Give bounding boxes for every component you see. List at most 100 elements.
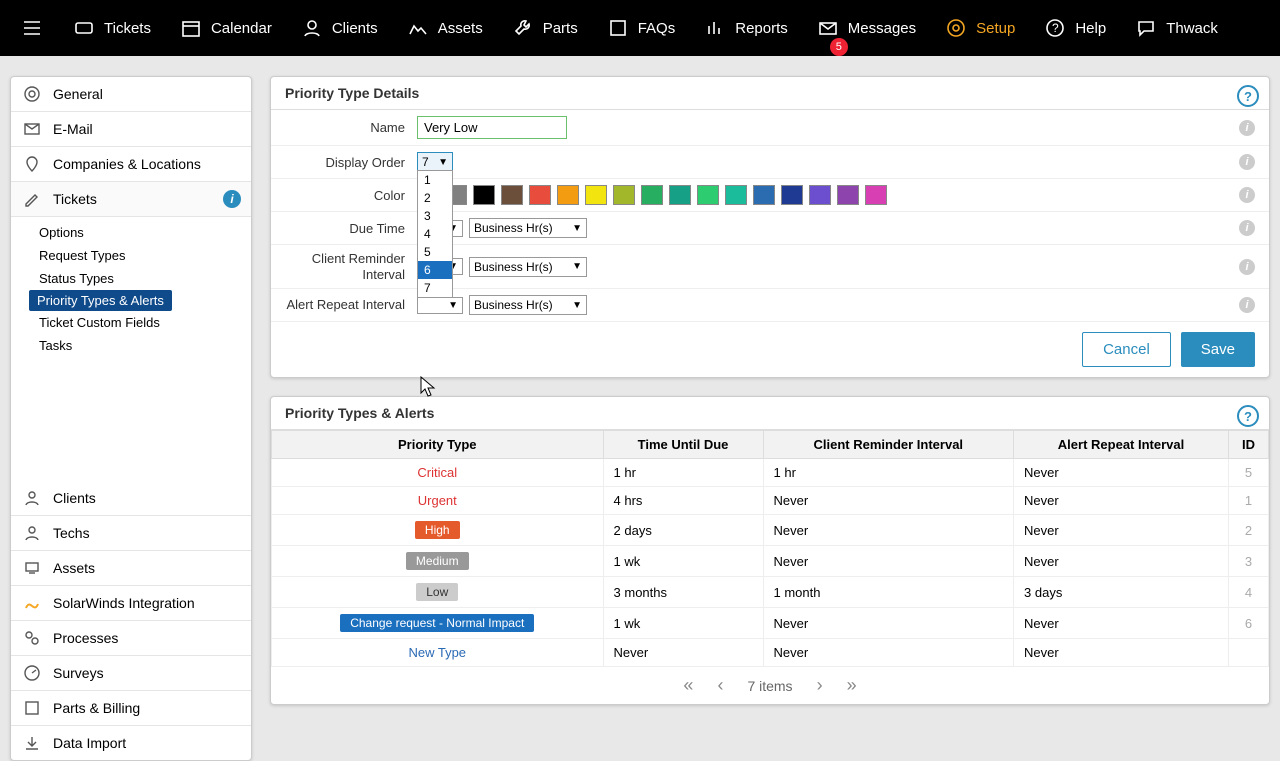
table-cell: 6 [1229, 608, 1269, 639]
sidebar-item-processes[interactable]: Processes [11, 621, 251, 656]
alert-repeat-value-select[interactable]: ▼ [417, 297, 463, 314]
color-swatch[interactable] [865, 185, 887, 205]
color-swatch[interactable] [613, 185, 635, 205]
col-priority-type[interactable]: Priority Type [272, 431, 604, 459]
sidebar-item-companies[interactable]: Companies & Locations [11, 147, 251, 182]
label-color: Color [285, 188, 405, 203]
pager-prev[interactable]: ‹ [717, 675, 723, 696]
nav-help[interactable]: ? Help [1031, 8, 1118, 48]
client-reminder-unit-select[interactable]: Business Hr(s)▼ [469, 257, 587, 277]
sub-item-priority-types[interactable]: Priority Types & Alerts [29, 290, 172, 311]
color-swatch[interactable] [669, 185, 691, 205]
form-footer: Cancel Save [271, 322, 1269, 377]
table-pager: « ‹ 7 items › » [271, 667, 1269, 704]
dropdown-option[interactable]: 3 [418, 207, 452, 225]
col-id[interactable]: ID [1229, 431, 1269, 459]
nav-label: Calendar [211, 20, 272, 37]
sidebar-item-clients[interactable]: Clients [11, 481, 251, 516]
sidebar-item-techs[interactable]: Techs [11, 516, 251, 551]
nav-clients[interactable]: Clients [288, 8, 390, 48]
nav-label: Reports [735, 20, 788, 37]
import-icon [21, 732, 43, 754]
sidebar-item-tickets[interactable]: Tickets i [11, 182, 251, 217]
nav-assets[interactable]: Assets [394, 8, 495, 48]
table-row[interactable]: High2 daysNeverNever2 [272, 515, 1269, 546]
info-icon[interactable]: i [1239, 259, 1255, 275]
pager-next[interactable]: › [817, 675, 823, 696]
cancel-button[interactable]: Cancel [1082, 332, 1171, 367]
nav-faqs[interactable]: FAQs [594, 8, 688, 48]
color-swatch[interactable] [809, 185, 831, 205]
col-client-reminder[interactable]: Client Reminder Interval [763, 431, 1014, 459]
table-row[interactable]: New TypeNeverNeverNever [272, 639, 1269, 667]
sidebar-item-surveys[interactable]: Surveys [11, 656, 251, 691]
color-swatch[interactable] [781, 185, 803, 205]
table-cell: Never [1014, 608, 1229, 639]
save-button[interactable]: Save [1181, 332, 1255, 367]
nav-setup[interactable]: Setup [932, 8, 1027, 48]
sub-item-custom-fields[interactable]: Ticket Custom Fields [29, 311, 251, 334]
color-swatch[interactable] [557, 185, 579, 205]
billing-icon [21, 697, 43, 719]
due-time-unit-select[interactable]: Business Hr(s)▼ [469, 218, 587, 238]
sidebar-item-data-import[interactable]: Data Import [11, 726, 251, 760]
color-swatch[interactable] [725, 185, 747, 205]
nav-messages[interactable]: Messages 5 [804, 8, 928, 48]
panel-title: Priority Types & Alerts ? [271, 397, 1269, 430]
pencil-icon [21, 188, 43, 210]
color-swatch[interactable] [837, 185, 859, 205]
nav-parts[interactable]: Parts [499, 8, 590, 48]
sub-item-status-types[interactable]: Status Types [29, 267, 251, 290]
table-cell [1229, 639, 1269, 667]
sidebar-item-general[interactable]: General [11, 77, 251, 112]
nav-thwack[interactable]: Thwack [1122, 8, 1230, 48]
info-icon[interactable]: i [1239, 187, 1255, 203]
display-order-select[interactable]: 7▼ [417, 152, 453, 172]
color-swatch[interactable] [473, 185, 495, 205]
info-icon[interactable]: i [1239, 120, 1255, 136]
table-cell: 2 days [603, 515, 763, 546]
pager-last[interactable]: » [847, 675, 857, 696]
col-time-until-due[interactable]: Time Until Due [603, 431, 763, 459]
dropdown-option[interactable]: 5 [418, 243, 452, 261]
dropdown-option[interactable]: 6 [418, 261, 452, 279]
pager-first[interactable]: « [683, 675, 693, 696]
dropdown-option[interactable]: 1 [418, 171, 452, 189]
table-row[interactable]: Low3 months1 month3 days4 [272, 577, 1269, 608]
table-row[interactable]: Change request - Normal Impact1 wkNeverN… [272, 608, 1269, 639]
sidebar-item-email[interactable]: E-Mail [11, 112, 251, 147]
info-icon[interactable]: i [1239, 154, 1255, 170]
dropdown-option[interactable]: 7 [418, 279, 452, 297]
color-swatch[interactable] [529, 185, 551, 205]
sidebar-item-parts-billing[interactable]: Parts & Billing [11, 691, 251, 726]
table-row[interactable]: Urgent4 hrsNeverNever1 [272, 487, 1269, 515]
sidebar-item-assets[interactable]: Assets [11, 551, 251, 586]
table-row[interactable]: Critical1 hr1 hrNever5 [272, 459, 1269, 487]
nav-tickets[interactable]: Tickets [60, 8, 163, 48]
color-swatch[interactable] [753, 185, 775, 205]
table-row[interactable]: Medium1 wkNeverNever3 [272, 546, 1269, 577]
color-swatch[interactable] [641, 185, 663, 205]
nav-reports[interactable]: Reports [691, 8, 800, 48]
nav-calendar[interactable]: Calendar [167, 8, 284, 48]
col-alert-repeat[interactable]: Alert Repeat Interval [1014, 431, 1229, 459]
help-icon[interactable]: ? [1237, 85, 1259, 107]
name-input[interactable] [417, 116, 567, 139]
sub-item-tasks[interactable]: Tasks [29, 334, 251, 357]
calendar-icon [179, 16, 203, 40]
sidebar-label: Assets [53, 560, 95, 576]
help-icon[interactable]: ? [1237, 405, 1259, 427]
info-icon[interactable]: i [1239, 220, 1255, 236]
tickets-submenu: Options Request Types Status Types Prior… [11, 217, 251, 361]
sub-item-options[interactable]: Options [29, 221, 251, 244]
sub-item-request-types[interactable]: Request Types [29, 244, 251, 267]
sidebar-item-solarwinds[interactable]: SolarWinds Integration [11, 586, 251, 621]
color-swatch[interactable] [501, 185, 523, 205]
dropdown-option[interactable]: 2 [418, 189, 452, 207]
dropdown-option[interactable]: 4 [418, 225, 452, 243]
color-swatch[interactable] [585, 185, 607, 205]
color-swatch[interactable] [697, 185, 719, 205]
info-icon[interactable]: i [1239, 297, 1255, 313]
alert-repeat-unit-select[interactable]: Business Hr(s)▼ [469, 295, 587, 315]
hamburger-menu[interactable] [8, 8, 56, 48]
